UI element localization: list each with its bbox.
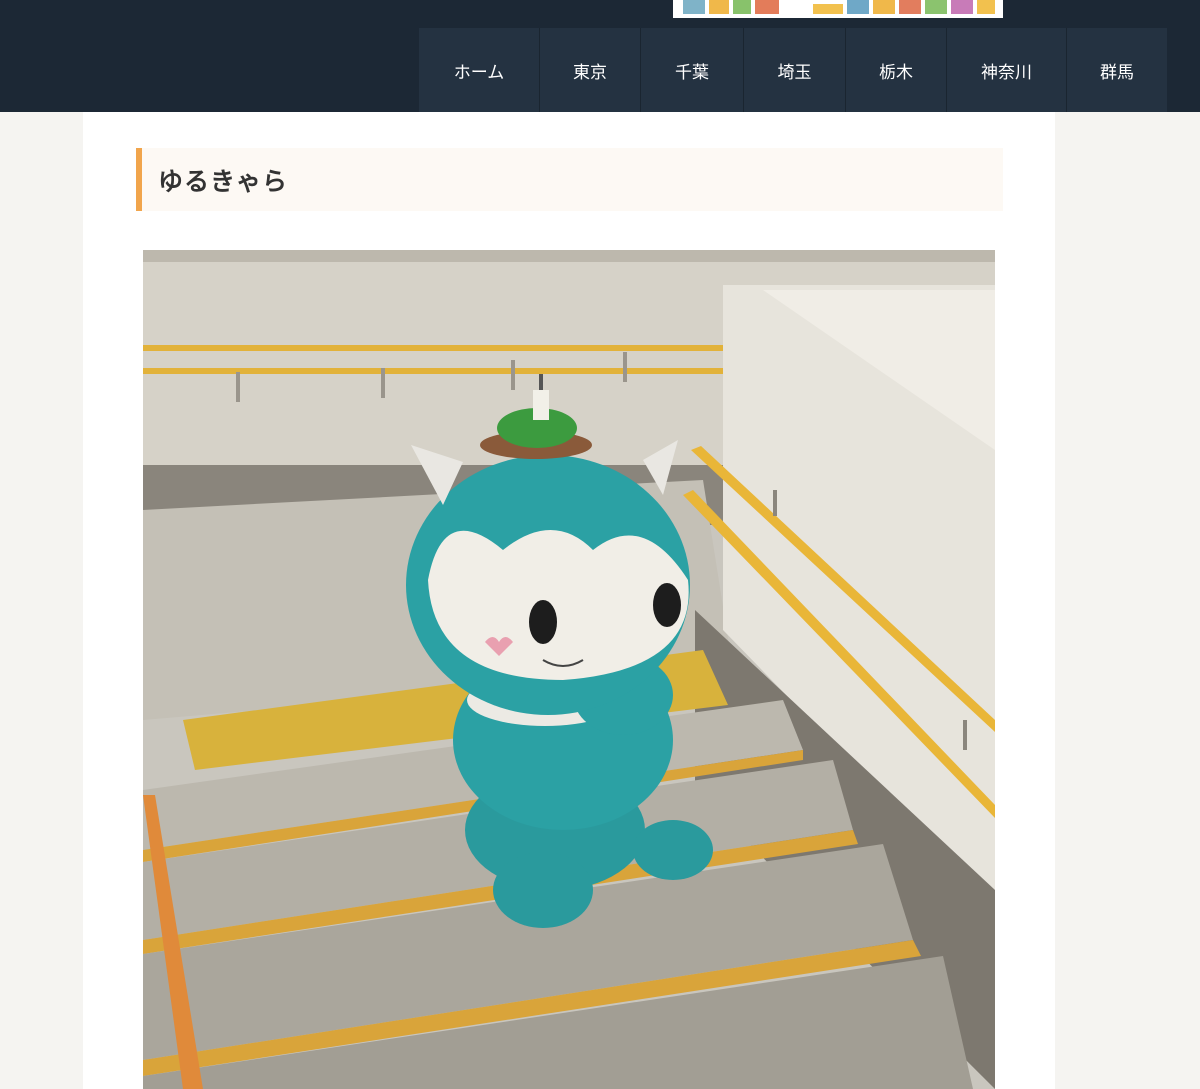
site-logo[interactable]: [673, 0, 1003, 18]
nav-item-tochigi[interactable]: 栃木: [845, 28, 946, 112]
nav-item-label: 神奈川: [981, 62, 1032, 83]
section-heading: ゆるきゃら: [136, 148, 1003, 211]
nav-item-label: 東京: [573, 62, 607, 83]
nav-item-gunma[interactable]: 群馬: [1066, 28, 1167, 112]
nav-item-tokyo[interactable]: 東京: [539, 28, 640, 112]
nav-item-home[interactable]: ホーム: [419, 28, 539, 112]
nav-item-label: 群馬: [1100, 62, 1134, 83]
nav-item-label: 埼玉: [777, 62, 812, 83]
nav-item-saitama[interactable]: 埼玉: [743, 28, 845, 112]
nav-item-label: 栃木: [879, 62, 913, 83]
nav-item-label: ホーム: [453, 62, 505, 83]
section-heading-text: ゆるきゃら: [158, 166, 289, 196]
mascot-photo: [143, 250, 995, 1089]
site-header: ホーム 東京 千葉 埼玉 栃木 神奈川 群馬: [0, 0, 1200, 112]
nav-item-label: 千葉: [675, 62, 709, 83]
main-content: ゆるきゃら: [83, 112, 1055, 1089]
nav-item-chiba[interactable]: 千葉: [640, 28, 743, 112]
nav-item-kanagawa[interactable]: 神奈川: [946, 28, 1066, 112]
global-nav: ホーム 東京 千葉 埼玉 栃木 神奈川 群馬: [419, 28, 1167, 112]
